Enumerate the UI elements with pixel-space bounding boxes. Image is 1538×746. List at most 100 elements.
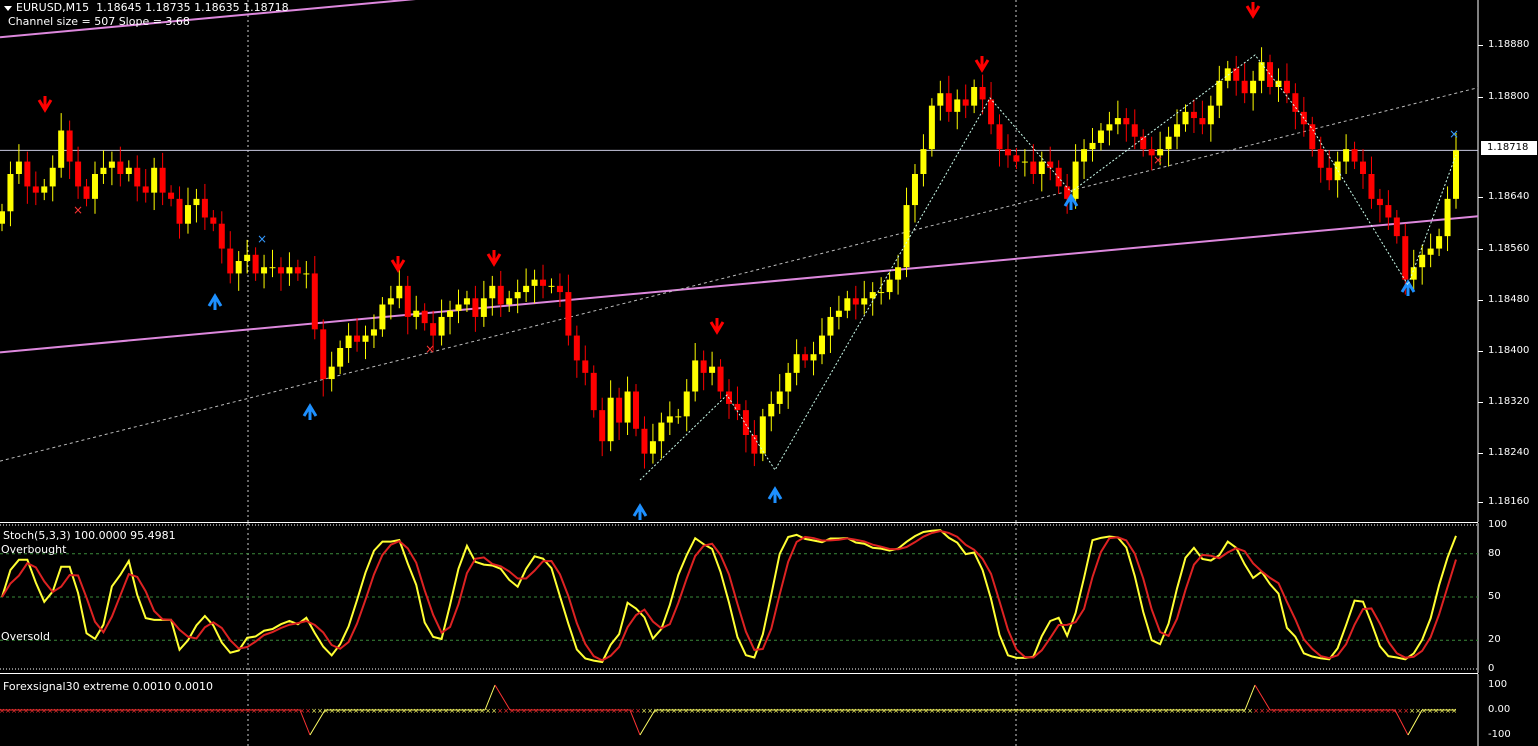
signal-marker: ×	[557, 707, 563, 715]
candle-body	[362, 335, 369, 342]
signal-marker: ×	[1163, 707, 1169, 715]
candle	[649, 423, 656, 464]
candle	[776, 374, 783, 414]
candle	[32, 171, 39, 206]
signal-marker: ×	[497, 707, 503, 715]
candle-body	[227, 248, 234, 274]
price-chart-pane[interactable]: × × × × × EURUSD,M15 1.18645 1.18735 1.18635…	[0, 0, 1538, 522]
candle	[971, 79, 978, 114]
candle	[548, 278, 555, 294]
signal-marker: ×	[11, 707, 17, 715]
candle	[937, 80, 944, 121]
signal-marker: ×	[473, 707, 479, 715]
candle	[844, 290, 851, 319]
candle-body	[709, 366, 716, 373]
buy-arrow-icon	[207, 293, 223, 310]
candle	[455, 289, 462, 324]
signal-marker: ×	[185, 707, 191, 715]
signal-marker: ×	[17, 707, 23, 715]
candle	[827, 306, 834, 353]
stoch-tick-label: 80	[1488, 547, 1501, 559]
candle-body	[489, 285, 496, 299]
candle	[1334, 151, 1341, 198]
signal-marker: ×	[155, 707, 161, 715]
candle	[692, 343, 699, 402]
candle-body	[954, 99, 961, 112]
candle	[345, 323, 352, 363]
forexsignal-pane[interactable]: × × × × × × × × × × × × × × × × × × × × × × × × × × × × × × × × × × × × × × × ×…	[0, 674, 1538, 746]
forexsignal-tick-label: -100	[1488, 729, 1511, 740]
signal-marker: ×	[71, 707, 77, 715]
signal-marker: ×	[1025, 707, 1031, 715]
signal-marker: ×	[1247, 707, 1253, 715]
signal-marker: ×	[911, 707, 917, 715]
candle-body	[810, 354, 817, 361]
signal-marker: ×	[707, 707, 713, 715]
candle-body	[1283, 80, 1290, 94]
candle-body	[7, 174, 14, 212]
candle-body	[878, 292, 885, 294]
candle-body	[294, 267, 301, 274]
signal-marker: ×	[1055, 707, 1061, 715]
signal-marker: ×	[299, 707, 305, 715]
candle-body	[920, 149, 927, 174]
candle-body	[700, 360, 707, 373]
signal-marker: ×	[1397, 707, 1403, 715]
signal-marker: ×	[1067, 707, 1073, 715]
signal-marker: ×	[869, 707, 875, 715]
candle-body	[218, 223, 225, 249]
candle-body	[1047, 161, 1054, 168]
signal-marker: ×	[479, 707, 485, 715]
signal-marker: ×	[563, 707, 569, 715]
stochastic-pane[interactable]: Stoch(5,3,3) 100.0000 95.4981 Overbought…	[0, 519, 1538, 674]
candle-body	[286, 267, 293, 274]
candle	[886, 272, 893, 300]
signal-marker: ×	[581, 707, 587, 715]
signal-marker: ×	[41, 707, 47, 715]
candle-body	[1326, 167, 1333, 181]
signal-marker: ×	[371, 707, 377, 715]
forexsignal-title: Forexsignal30 extreme 0.0010 0.0010	[3, 680, 213, 693]
signal-marker: ×	[809, 707, 815, 715]
candle-body	[210, 217, 217, 224]
candle-body	[1123, 118, 1130, 125]
candle-body	[1258, 62, 1265, 81]
candle-body	[1267, 62, 1274, 87]
candle	[201, 183, 208, 230]
signal-marker: ×	[1277, 707, 1283, 715]
candle-body	[793, 354, 800, 373]
candle-body	[261, 267, 268, 274]
candle-body	[15, 161, 22, 174]
signal-marker: ×	[1349, 707, 1355, 715]
candle-body	[556, 285, 563, 293]
signal-marker: ×	[257, 707, 263, 715]
candle-body	[675, 416, 682, 418]
signal-marker: ×	[527, 707, 533, 715]
candle	[607, 380, 614, 452]
signal-marker: ×	[1391, 707, 1397, 715]
candle	[810, 341, 817, 376]
candle	[911, 164, 918, 223]
candle	[793, 339, 800, 386]
signal-marker: ×	[383, 707, 389, 715]
candle-body	[1072, 161, 1079, 199]
candle	[134, 155, 141, 202]
signal-marker: ×	[149, 707, 155, 715]
candle-body	[633, 391, 640, 429]
signal-marker: ×	[395, 707, 401, 715]
collapse-triangle-icon[interactable]	[4, 5, 12, 11]
candle-body	[886, 279, 893, 293]
signal-marker: ×	[1013, 707, 1019, 715]
signal-marker: ×	[197, 707, 203, 715]
candle	[1047, 146, 1054, 181]
candle	[1250, 70, 1257, 111]
candle	[1267, 54, 1274, 95]
signal-marker: ×	[545, 707, 551, 715]
signal-marker: ×	[971, 707, 977, 715]
signal-marker: ×	[1181, 707, 1187, 715]
signal-marker: ×	[83, 707, 89, 715]
candle	[210, 210, 217, 232]
candle	[1326, 150, 1333, 191]
candle	[1241, 63, 1248, 104]
candle-body	[768, 403, 775, 417]
